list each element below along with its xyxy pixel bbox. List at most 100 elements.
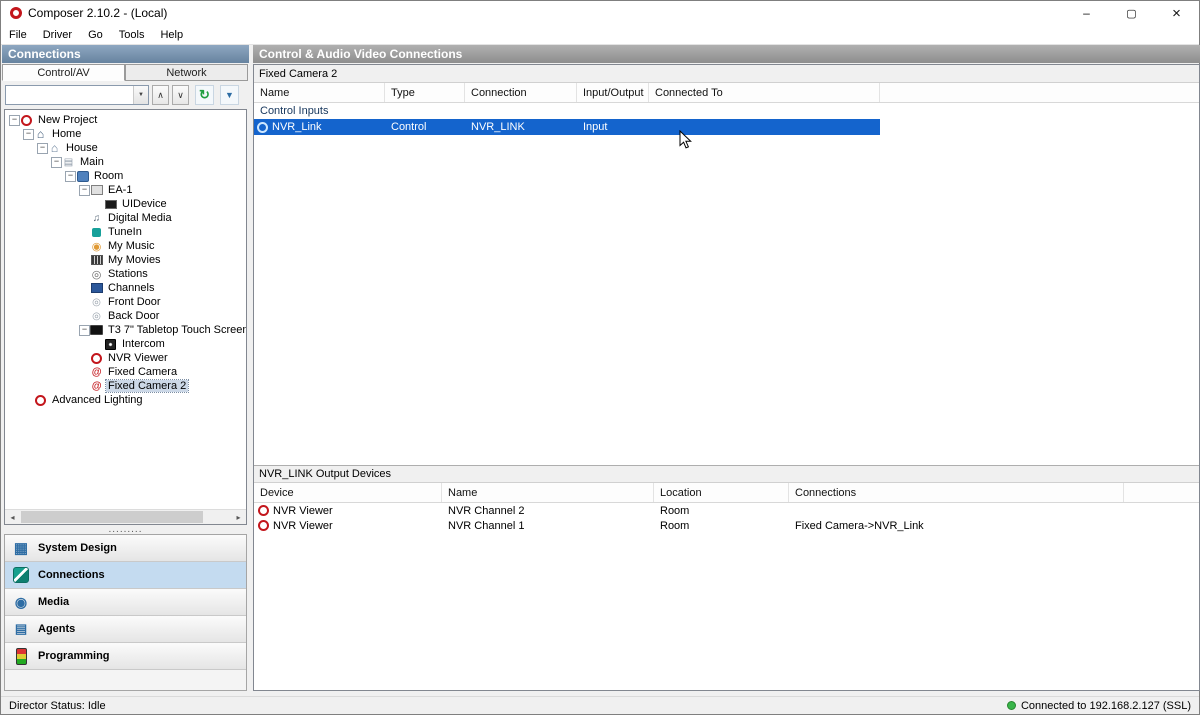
nav-item[interactable]: Media xyxy=(5,589,246,616)
expander-icon[interactable] xyxy=(79,379,90,393)
title-bar: Composer 2.10.2 - (Local) xyxy=(1,1,1199,25)
tab-control-av[interactable]: Control/AV xyxy=(2,64,125,81)
column-header[interactable]: Device xyxy=(254,483,442,502)
expander-icon[interactable] xyxy=(51,155,62,169)
c4-icon xyxy=(257,520,270,532)
tree-item[interactable]: Stations xyxy=(5,267,246,281)
output-device-row[interactable]: NVR Viewer NVR Channel 1 Room Fixed Came… xyxy=(254,518,1199,533)
menu-bar: File Driver Go Tools Help xyxy=(1,25,1199,45)
expander-icon[interactable] xyxy=(93,337,104,351)
intercom-icon xyxy=(104,338,117,350)
output-device-row[interactable]: NVR Viewer NVR Channel 2 Room xyxy=(254,503,1199,518)
maximize-button[interactable] xyxy=(1109,1,1154,25)
nav-item[interactable]: Programming xyxy=(5,643,246,670)
expander-icon[interactable] xyxy=(79,211,90,225)
tree-item[interactable]: My Music xyxy=(5,239,246,253)
expander-icon[interactable] xyxy=(79,365,90,379)
close-button[interactable] xyxy=(1154,1,1199,25)
combo-dropdown-icon[interactable] xyxy=(133,86,148,104)
find-next-button[interactable] xyxy=(172,85,189,105)
tree-item[interactable]: Intercom xyxy=(5,337,246,351)
tree-horizontal-scrollbar[interactable] xyxy=(5,509,246,524)
column-header[interactable]: Connection xyxy=(465,83,577,102)
expander-icon[interactable] xyxy=(79,351,90,365)
refresh-icon[interactable] xyxy=(195,85,214,105)
scroll-left-icon[interactable] xyxy=(5,510,20,524)
scroll-right-icon[interactable] xyxy=(231,510,246,524)
expander-icon[interactable] xyxy=(79,239,90,253)
expander-icon[interactable] xyxy=(79,183,90,197)
tree-item[interactable]: Fixed Camera xyxy=(5,365,246,379)
tree-item[interactable]: UIDevice xyxy=(5,197,246,211)
expander-icon[interactable] xyxy=(79,323,90,337)
column-header[interactable]: Input/Output xyxy=(577,83,649,102)
expander-icon[interactable] xyxy=(79,281,90,295)
expander-icon[interactable] xyxy=(37,141,48,155)
nav-item[interactable]: Agents xyxy=(5,616,246,643)
nav-item-label: Media xyxy=(38,596,70,608)
minimize-button[interactable] xyxy=(1064,1,1109,25)
tree-item-label: Front Door xyxy=(108,296,161,308)
menu-tools[interactable]: Tools xyxy=(111,25,153,44)
camera-icon xyxy=(90,380,103,392)
tree-item[interactable]: Digital Media xyxy=(5,211,246,225)
expander-icon[interactable] xyxy=(23,127,34,141)
menu-driver[interactable]: Driver xyxy=(35,25,80,44)
tree-item[interactable]: Fixed Camera 2 xyxy=(5,379,246,393)
column-header[interactable]: Name xyxy=(442,483,654,502)
room-icon xyxy=(76,170,89,182)
stations-icon xyxy=(90,268,103,280)
expander-icon[interactable] xyxy=(79,295,90,309)
expander-icon[interactable] xyxy=(65,169,76,183)
tree-item[interactable]: Room xyxy=(5,169,246,183)
column-header[interactable]: Name xyxy=(254,83,385,102)
tree-item[interactable]: Channels xyxy=(5,281,246,295)
expander-icon[interactable] xyxy=(23,393,34,407)
find-previous-button[interactable] xyxy=(152,85,169,105)
expander-icon[interactable] xyxy=(79,267,90,281)
connection-row[interactable]: NVR_Link Control NVR_LINK Input xyxy=(254,119,880,135)
tree-item[interactable]: Main xyxy=(5,155,246,169)
menu-file[interactable]: File xyxy=(1,25,35,44)
nav-item-label: System Design xyxy=(38,542,117,554)
device-connections xyxy=(789,503,1124,518)
scrollbar-thumb[interactable] xyxy=(21,511,203,523)
tree-item[interactable]: T3 7" Tabletop Touch Screen xyxy=(5,323,246,337)
tree-item[interactable]: House xyxy=(5,141,246,155)
tab-network[interactable]: Network xyxy=(125,64,248,81)
tree-item[interactable]: Front Door xyxy=(5,295,246,309)
device-filter-combobox[interactable] xyxy=(5,85,149,105)
tree-item-label: Main xyxy=(80,156,104,168)
column-header[interactable]: Type xyxy=(385,83,465,102)
tree-item[interactable]: New Project xyxy=(5,113,246,127)
t3-icon xyxy=(90,324,103,336)
tree-item[interactable]: My Movies xyxy=(5,253,246,267)
panel-splitter-handle[interactable] xyxy=(2,525,249,534)
expander-icon[interactable] xyxy=(79,225,90,239)
tree-item[interactable]: Advanced Lighting xyxy=(5,393,246,407)
filter-icon[interactable] xyxy=(220,85,239,105)
expander-icon[interactable] xyxy=(79,309,90,323)
column-header[interactable]: Connected To xyxy=(649,83,880,102)
tree-item[interactable]: Back Door xyxy=(5,309,246,323)
nav-system-icon xyxy=(12,539,30,557)
expander-icon[interactable] xyxy=(79,253,90,267)
expander-icon[interactable] xyxy=(93,197,104,211)
nav-item[interactable]: Connections xyxy=(5,562,246,589)
expander-icon[interactable] xyxy=(9,113,20,127)
tree-item[interactable]: Home xyxy=(5,127,246,141)
tree-item[interactable]: EA-1 xyxy=(5,183,246,197)
nav-item[interactable]: System Design xyxy=(5,535,246,562)
menu-help[interactable]: Help xyxy=(152,25,191,44)
column-header[interactable]: Location xyxy=(654,483,789,502)
output-devices-header: NVR_LINK Output Devices xyxy=(254,465,1199,483)
mymusic-icon xyxy=(90,240,103,252)
menu-go[interactable]: Go xyxy=(80,25,111,44)
tree-item[interactable]: TuneIn xyxy=(5,225,246,239)
tree-item-label: Channels xyxy=(108,282,155,294)
device-location: Room xyxy=(660,504,690,517)
column-header[interactable]: Connections xyxy=(789,483,1124,502)
connections-content: Fixed Camera 2 Name Type Connection Input/O… xyxy=(253,64,1200,691)
tree-item[interactable]: NVR Viewer xyxy=(5,351,246,365)
device-filter-input[interactable] xyxy=(6,86,133,104)
